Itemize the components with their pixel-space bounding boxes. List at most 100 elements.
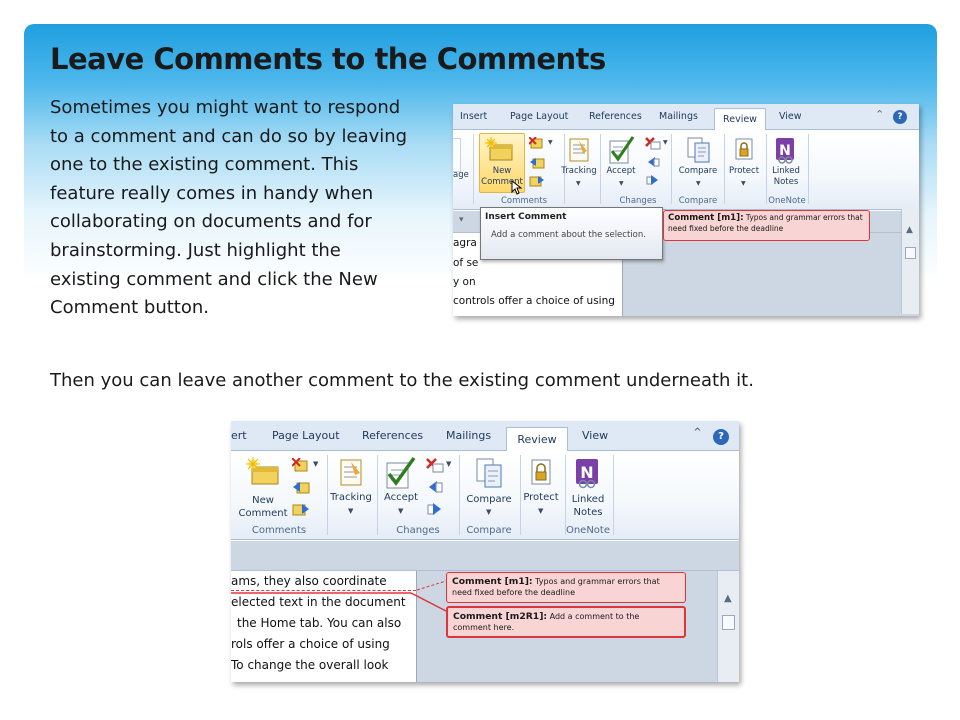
scroll-up-icon[interactable]: ▲ xyxy=(724,593,732,604)
group-label-comments: Comments xyxy=(251,525,307,536)
delete-comment-dropdown-icon[interactable]: ▼ xyxy=(548,139,553,146)
linked-notes-label-line2[interactable]: Notes xyxy=(565,507,611,520)
comment-connector-lines xyxy=(231,580,447,612)
next-comment-icon[interactable] xyxy=(292,502,310,517)
compare-dropdown-icon[interactable]: ▼ xyxy=(486,508,491,516)
tab-references[interactable]: References xyxy=(589,104,642,130)
compare-button[interactable]: Compare xyxy=(674,166,722,177)
tracking-button[interactable]: Tracking xyxy=(559,166,599,177)
previous-change-icon[interactable] xyxy=(646,156,660,169)
compare-icon xyxy=(476,458,502,488)
insert-comment-tooltip: Insert Comment Add a comment about the s… xyxy=(480,207,663,260)
previous-comment-icon[interactable] xyxy=(292,480,310,495)
accept-button[interactable]: Accept xyxy=(377,492,425,505)
body-paragraph-2: Then you can leave another comment to th… xyxy=(50,370,754,391)
protect-dropdown-icon[interactable]: ▼ xyxy=(741,180,746,187)
comment-label: Comment [m1]: xyxy=(452,576,533,587)
delete-comment-icon[interactable] xyxy=(292,458,312,473)
reject-dropdown-icon[interactable]: ▼ xyxy=(663,139,668,146)
ribbon: age New Comment ▼ Comments Tracking ▼ Ac… xyxy=(453,130,919,210)
tab-insert[interactable]: Insert xyxy=(460,104,487,130)
group-label-changes: Changes xyxy=(619,196,657,206)
previous-change-icon[interactable] xyxy=(427,480,443,495)
scroll-thumb[interactable] xyxy=(905,247,916,259)
previous-comment-icon[interactable] xyxy=(529,156,545,170)
group-separator xyxy=(613,455,614,535)
scroll-up-icon[interactable]: ▲ xyxy=(906,225,913,235)
ribbon-tab-bar: Insert Page Layout References Mailings R… xyxy=(453,104,919,131)
protect-button[interactable]: Protect xyxy=(723,166,765,177)
doc-line: of se xyxy=(453,257,479,269)
comment-balloon[interactable]: Comment [m1]: Typos and grammar errors t… xyxy=(663,210,870,241)
minimize-ribbon-icon[interactable]: ⌃ xyxy=(692,426,703,441)
help-icon[interactable]: ? xyxy=(893,110,907,124)
tracking-dropdown-icon[interactable]: ▼ xyxy=(348,507,353,515)
group-separator xyxy=(473,134,474,204)
linked-notes-label-line1[interactable]: Linked xyxy=(766,166,806,177)
vertical-scrollbar[interactable]: ▲ xyxy=(717,571,739,682)
new-comment-label-line1[interactable]: New xyxy=(235,495,291,508)
compare-icon xyxy=(687,137,710,163)
tab-view[interactable]: View xyxy=(779,104,802,130)
next-change-icon[interactable] xyxy=(427,502,443,517)
doc-line: controls offer a choice of using xyxy=(453,295,615,307)
comment-label: Comment [m1]: xyxy=(668,213,744,223)
tab-review[interactable]: Review xyxy=(506,427,568,452)
quick-access-dropdown-icon[interactable]: ▾ xyxy=(459,215,464,225)
linked-notes-label-line2[interactable]: Notes xyxy=(766,177,806,188)
tab-mailings[interactable]: Mailings xyxy=(446,421,491,451)
tab-view[interactable]: View xyxy=(582,421,608,451)
accept-dropdown-icon[interactable]: ▼ xyxy=(398,507,403,515)
mouse-cursor-icon xyxy=(511,180,522,195)
tracking-dropdown-icon[interactable]: ▼ xyxy=(576,180,581,187)
minimize-ribbon-icon[interactable]: ⌃ xyxy=(875,108,884,121)
document-area: ams, they also coordinate elected text i… xyxy=(231,571,739,682)
new-comment-label-line1: New xyxy=(492,166,512,176)
tab-page-layout[interactable]: Page Layout xyxy=(272,421,340,451)
vertical-scrollbar[interactable]: ▲ xyxy=(901,209,919,314)
protect-dropdown-icon[interactable]: ▼ xyxy=(538,507,543,515)
comment-balloon-reply[interactable]: Comment [m2R1]: Add a comment to the com… xyxy=(446,606,686,638)
protect-icon xyxy=(735,138,753,160)
delete-comment-dropdown-icon[interactable]: ▼ xyxy=(313,460,318,468)
new-comment-icon xyxy=(246,457,279,485)
accept-dropdown-icon[interactable]: ▼ xyxy=(619,180,624,187)
doc-line: agra xyxy=(453,237,477,249)
protect-button[interactable]: Protect xyxy=(518,492,564,505)
ruler-strip xyxy=(231,541,739,571)
new-comment-icon xyxy=(485,137,513,161)
tooltip-title: Insert Comment xyxy=(485,212,567,222)
body-paragraph-1: Sometimes you might want to respond to a… xyxy=(50,97,408,319)
group-label-compare: Compare xyxy=(466,525,512,536)
tab-review[interactable]: Review xyxy=(714,108,766,131)
tab-references[interactable]: References xyxy=(362,421,423,451)
group-label-changes: Changes xyxy=(396,525,440,536)
partial-button-label: age xyxy=(453,170,469,180)
delete-comment-icon[interactable] xyxy=(529,137,547,151)
screenshot-insert-comment: Insert Page Layout References Mailings R… xyxy=(453,104,919,316)
reject-dropdown-icon[interactable]: ▼ xyxy=(446,460,451,468)
compare-button[interactable]: Compare xyxy=(460,494,518,507)
comment-balloon-original[interactable]: Comment [m1]: Typos and grammar errors t… xyxy=(446,572,686,603)
accept-icon xyxy=(609,136,635,164)
help-icon[interactable]: ? xyxy=(713,429,729,445)
doc-line: To change the overall look xyxy=(231,658,389,672)
tracking-button[interactable]: Tracking xyxy=(327,492,375,505)
tab-page-layout[interactable]: Page Layout xyxy=(510,104,568,130)
next-change-icon[interactable] xyxy=(646,174,660,187)
new-comment-label-line2[interactable]: Comment xyxy=(235,508,291,521)
ribbon: New Comment ▼ Comments Tracking ▼ Accept… xyxy=(231,451,739,540)
reject-icon[interactable] xyxy=(426,458,446,473)
scroll-thumb[interactable] xyxy=(722,615,735,630)
tab-insert-partial[interactable]: ert xyxy=(231,421,247,451)
next-comment-icon[interactable] xyxy=(529,174,545,188)
tab-mailings[interactable]: Mailings xyxy=(659,104,698,130)
onenote-linked-notes-icon: N xyxy=(576,459,598,489)
accept-button[interactable]: Accept xyxy=(601,166,641,177)
onenote-linked-notes-icon: N xyxy=(776,138,794,164)
reject-icon[interactable] xyxy=(645,137,663,150)
group-separator xyxy=(671,134,672,204)
comment-reply-label: Comment [m2R1]: xyxy=(453,611,548,622)
linked-notes-label-line1[interactable]: Linked xyxy=(565,494,611,507)
compare-dropdown-icon[interactable]: ▼ xyxy=(696,180,701,187)
